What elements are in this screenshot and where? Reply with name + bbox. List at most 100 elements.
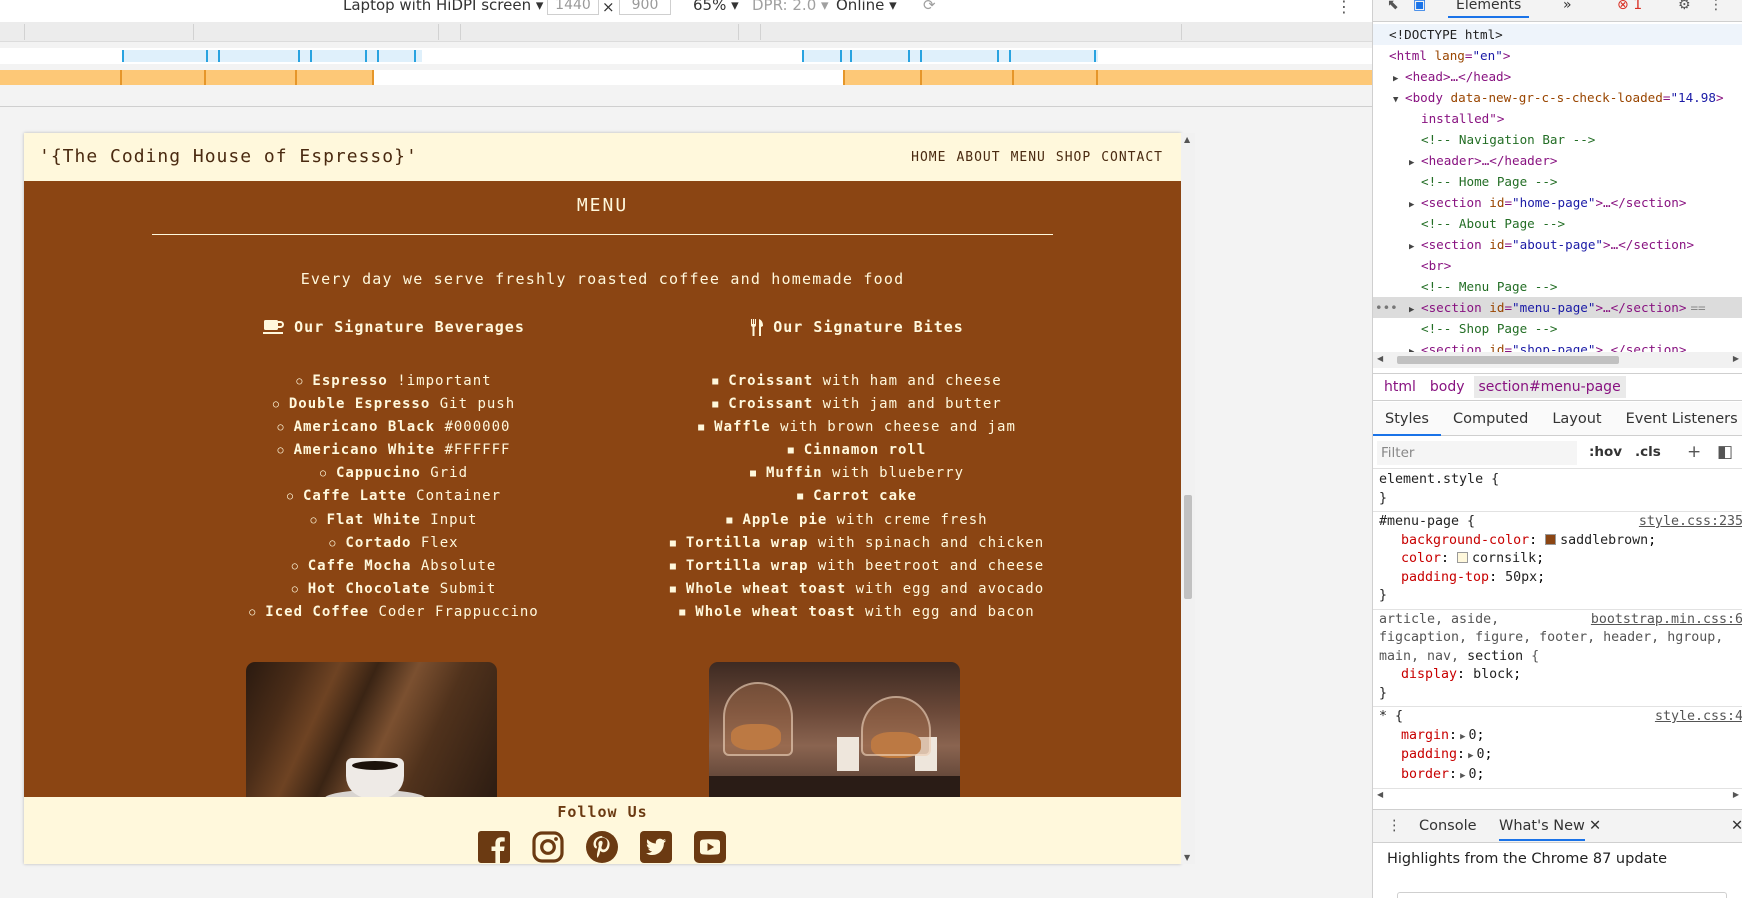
instagram-icon[interactable] xyxy=(531,830,565,864)
decl-padding-top[interactable]: padding-top: 50px; xyxy=(1379,569,1737,588)
facebook-icon[interactable] xyxy=(477,830,511,864)
network-select[interactable]: Online ▾ xyxy=(836,0,897,14)
zoom-select[interactable]: 65% ▾ xyxy=(693,0,739,14)
dom-tree[interactable]: <!DOCTYPE html> <html lang="en"> ▶ <head>…<… xyxy=(1373,24,1742,354)
beverage-item: ○ Espresso !important xyxy=(134,370,654,393)
tab-event-listeners[interactable]: Event Listeners xyxy=(1614,402,1742,436)
inspect-icon[interactable]: ⬉ xyxy=(1387,0,1399,13)
beverage-item-name: Cortado xyxy=(345,534,412,551)
more-options-icon[interactable]: ⋮ xyxy=(1336,0,1352,16)
device-toolbar: Laptop with HiDPI screen ▾ 1440 × 900 65… xyxy=(0,0,1372,22)
rule-source-link[interactable]: style.css:235 xyxy=(1634,513,1742,532)
media-query-ruler-blue[interactable] xyxy=(0,48,1372,64)
styles-filter-input[interactable] xyxy=(1377,441,1577,465)
beverage-item: ○ Cappucino Grid xyxy=(134,462,654,485)
dom-node[interactable]: <!-- Navigation Bar --> xyxy=(1373,129,1742,150)
styles-pane: element.style { } style.css:235 #menu-pa… xyxy=(1373,470,1742,792)
add-rule-icon[interactable]: + xyxy=(1687,442,1701,462)
bite-item-desc: with egg and bacon xyxy=(865,603,1035,620)
height-field[interactable]: 900 xyxy=(619,0,671,15)
rule-bootstrap-display[interactable]: bootstrap.min.css:6 article, aside, figc… xyxy=(1373,610,1742,707)
rotate-icon[interactable]: ⟳ xyxy=(923,0,936,14)
nav-shop[interactable]: SHOP xyxy=(1056,150,1091,165)
decl-background-color[interactable]: background-color: saddlebrown; xyxy=(1379,532,1737,551)
dom-node[interactable]: <!-- Menu Page --> xyxy=(1373,276,1742,297)
decl-display[interactable]: display: block; xyxy=(1379,666,1737,685)
devtools-panel: ⬉ ▣ Elements » ⊗ 1 ⚙ ⋮ <!DOCTYPE html> <h… xyxy=(1372,0,1742,898)
breadcrumb-html[interactable]: html xyxy=(1379,376,1421,398)
dom-node[interactable]: <br> xyxy=(1373,255,1742,276)
dom-node[interactable]: <html lang="en"> xyxy=(1373,45,1742,66)
device-toggle-icon[interactable]: ▣ xyxy=(1413,0,1426,13)
decl-border[interactable]: border: ▶ 0; xyxy=(1379,766,1737,786)
dom-node[interactable]: ▶ <header>…</header> xyxy=(1373,150,1742,171)
beverage-item-desc: Grid xyxy=(430,465,469,482)
decl-margin[interactable]: margin: ▶ 0; xyxy=(1379,727,1737,747)
device-select[interactable]: Laptop with HiDPI screen ▾ xyxy=(343,0,543,14)
youtube-icon[interactable] xyxy=(693,830,727,864)
nav-contact[interactable]: CONTACT xyxy=(1101,150,1163,165)
twitter-icon[interactable] xyxy=(639,830,673,864)
close-whats-new-icon[interactable]: ✕ xyxy=(1589,818,1601,834)
dom-node[interactable]: ▼ <body data-new-gr-c-s-check-loaded="14.… xyxy=(1373,87,1742,108)
pinterest-icon[interactable] xyxy=(585,830,619,864)
devtools-menu-icon[interactable]: ⋮ xyxy=(1709,0,1723,13)
color-swatch[interactable] xyxy=(1545,533,1557,545)
decl-padding[interactable]: padding: ▶ 0; xyxy=(1379,746,1737,766)
bite-item-name: Croissant xyxy=(728,396,814,413)
tab-layout[interactable]: Layout xyxy=(1540,402,1613,436)
list-bullet: ○ xyxy=(319,468,327,480)
rule-source-link[interactable]: bootstrap.min.css:6 xyxy=(1586,610,1742,629)
close-drawer-icon[interactable]: ✕ xyxy=(1731,818,1742,834)
bite-item-name: Tortilla wrap xyxy=(685,534,809,551)
media-query-ruler-orange[interactable] xyxy=(0,70,1372,85)
bite-item: ■ Whole wheat toast with egg and avocado xyxy=(597,578,1117,601)
decl-color[interactable]: color: cornsilk; xyxy=(1379,550,1737,569)
nav-home[interactable]: HOME xyxy=(911,150,946,165)
nav-about[interactable]: ABOUT xyxy=(956,150,1000,165)
hov-toggle[interactable]: :hov xyxy=(1589,444,1622,460)
beverage-item-name: Cappucino xyxy=(336,465,421,482)
rule-universal[interactable]: style.css:4 * { margin: ▶ 0; padding: ▶ 0; b… xyxy=(1373,707,1742,789)
rule-menu-page[interactable]: style.css:235 #menu-page { background-co… xyxy=(1373,512,1742,610)
toggle-sidebar-icon[interactable]: ◧ xyxy=(1717,442,1733,462)
rule-source-link[interactable]: style.css:4 xyxy=(1650,708,1742,727)
dpr-select[interactable]: DPR: 2.0 ▾ xyxy=(752,0,829,14)
styles-scrollbar[interactable]: ◀ ▶ xyxy=(1373,789,1742,803)
breadcrumb-body[interactable]: body xyxy=(1425,376,1470,398)
dom-node[interactable]: ▶ <section id="home-page">…</section> xyxy=(1373,192,1742,213)
viewport-scrollbar[interactable]: ▲ ▼ xyxy=(1181,133,1195,864)
media-query-ruler-grey[interactable] xyxy=(0,22,1372,42)
dom-node[interactable]: <!DOCTYPE html> xyxy=(1373,24,1742,45)
nav-menu[interactable]: MENU xyxy=(1011,150,1046,165)
error-counter[interactable]: ⊗ 1 xyxy=(1617,0,1642,13)
tab-computed[interactable]: Computed xyxy=(1441,402,1540,436)
tab-styles[interactable]: Styles xyxy=(1373,402,1441,436)
tab-elements[interactable]: Elements xyxy=(1448,0,1530,18)
settings-gear-icon[interactable]: ⚙ xyxy=(1678,0,1691,13)
tab-console[interactable]: Console xyxy=(1419,818,1477,834)
tab-whats-new[interactable]: What's New xyxy=(1499,818,1585,841)
cls-toggle[interactable]: .cls xyxy=(1635,444,1661,460)
bite-item: ■ Apple pie with creme fresh xyxy=(597,509,1117,532)
more-tabs-button[interactable]: » xyxy=(1563,0,1572,13)
bite-item-name: Whole wheat toast xyxy=(685,580,847,597)
dom-node[interactable]: ▶ <head>…</head> xyxy=(1373,66,1742,87)
dom-node[interactable]: ▶ <section id="about-page">…</section> xyxy=(1373,234,1742,255)
breadcrumb-menu-page[interactable]: section#menu-page xyxy=(1473,376,1626,398)
site-brand[interactable]: '{The Coding House of Espresso}' xyxy=(39,146,418,167)
color-swatch[interactable] xyxy=(1457,552,1469,563)
drawer-menu-icon[interactable]: ⋮ xyxy=(1387,818,1402,834)
beverage-item: ○ Double Espresso Git push xyxy=(134,393,654,416)
bite-item-name: Whole wheat toast xyxy=(695,603,856,620)
bite-item-desc: with spinach and chicken xyxy=(817,534,1045,551)
rule-element-style[interactable]: element.style { } xyxy=(1373,470,1742,512)
width-field[interactable]: 1440 xyxy=(547,0,599,15)
beverage-item-desc: #FFFFFF xyxy=(444,442,511,459)
dom-node[interactable]: <!-- Shop Page --> xyxy=(1373,318,1742,339)
dom-node[interactable]: installed"> xyxy=(1373,108,1742,129)
dom-tree-scrollbar[interactable]: ◀ ▶ xyxy=(1373,352,1742,368)
dom-node[interactable]: <!-- About Page --> xyxy=(1373,213,1742,234)
dom-node[interactable]: <!-- Home Page --> xyxy=(1373,171,1742,192)
dom-node-selected[interactable]: ••• ▶ <section id="menu-page">…</section> =… xyxy=(1373,297,1742,318)
